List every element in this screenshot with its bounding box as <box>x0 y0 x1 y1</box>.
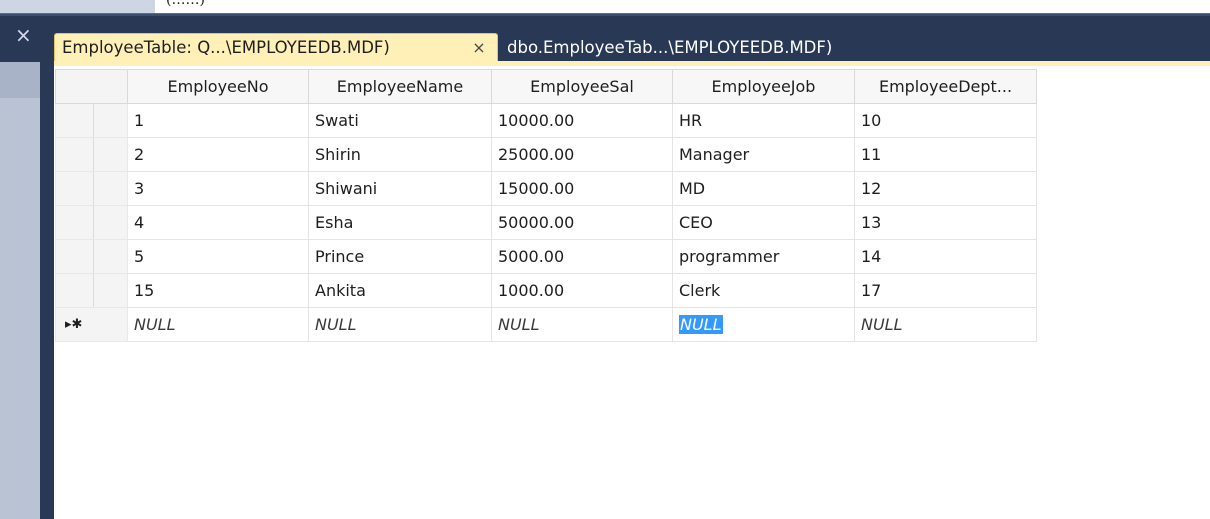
cell-employee-name[interactable]: Shirin <box>308 137 492 172</box>
cell-employee-job[interactable]: CEO <box>672 205 855 240</box>
row-header[interactable] <box>55 137 128 172</box>
table-row[interactable]: 2 Shirin 25000.00 Manager 11 <box>55 137 1037 172</box>
column-header-employee-no[interactable]: EmployeeNo <box>127 69 309 104</box>
cell-employee-dept[interactable]: 14 <box>854 239 1037 274</box>
tab-label: dbo.EmployeeTab...\EMPLOYEEDB.MDF) <box>507 38 833 57</box>
table-row[interactable]: 5 Prince 5000.00 programmer 14 <box>55 239 1037 274</box>
column-header-employee-name[interactable]: EmployeeName <box>308 69 492 104</box>
cell-employee-name[interactable]: Shiwani <box>308 171 492 206</box>
cell-employee-sal[interactable]: 50000.00 <box>491 205 673 240</box>
cell-employee-name[interactable]: NULL <box>308 307 492 342</box>
row-header[interactable] <box>55 171 128 206</box>
left-tool-window-strip <box>0 62 54 519</box>
cell-employee-job[interactable]: Clerk <box>672 273 855 308</box>
cell-employee-no[interactable]: NULL <box>127 307 309 342</box>
column-header-employee-job[interactable]: EmployeeJob <box>672 69 855 104</box>
tab-label: EmployeeTable: Q...\EMPLOYEEDB.MDF) <box>62 38 390 57</box>
window-title-cropped: (……) <box>166 0 205 8</box>
cell-employee-sal[interactable]: NULL <box>491 307 673 342</box>
row-header[interactable] <box>55 205 128 240</box>
cell-employee-sal[interactable]: 25000.00 <box>491 137 673 172</box>
cell-employee-sal[interactable]: 5000.00 <box>491 239 673 274</box>
cell-employee-no[interactable]: 3 <box>127 171 309 206</box>
cell-employee-name[interactable]: Ankita <box>308 273 492 308</box>
cell-employee-job[interactable]: MD <box>672 171 855 206</box>
cropped-toolbar-area <box>0 0 155 14</box>
cell-employee-no[interactable]: 15 <box>127 273 309 308</box>
close-icon[interactable]: × <box>15 25 37 45</box>
cell-employee-name[interactable]: Prince <box>308 239 492 274</box>
cell-employee-dept[interactable]: NULL <box>854 307 1037 342</box>
table-row[interactable]: 4 Esha 50000.00 CEO 13 <box>55 205 1037 240</box>
cell-employee-no[interactable]: 2 <box>127 137 309 172</box>
table-row[interactable]: 3 Shiwani 15000.00 MD 12 <box>55 171 1037 206</box>
cell-employee-dept[interactable]: 12 <box>854 171 1037 206</box>
cell-employee-dept[interactable]: 10 <box>854 103 1037 138</box>
results-grid: EmployeeNo EmployeeName EmployeeSal Empl… <box>55 69 1037 342</box>
cell-employee-job[interactable]: Manager <box>672 137 855 172</box>
column-header-employee-sal[interactable]: EmployeeSal <box>491 69 673 104</box>
row-header[interactable] <box>55 273 128 308</box>
tab-close-icon[interactable]: × <box>469 34 489 62</box>
results-pane: EmployeeNo EmployeeName EmployeeSal Empl… <box>54 66 1210 519</box>
cell-employee-job[interactable]: HR <box>672 103 855 138</box>
cell-employee-dept[interactable]: 11 <box>854 137 1037 172</box>
left-frame-edge <box>40 62 54 519</box>
cell-employee-sal[interactable]: 1000.00 <box>491 273 673 308</box>
window-title-strip: (……) <box>0 0 1210 15</box>
cell-employee-no[interactable]: 5 <box>127 239 309 274</box>
row-header[interactable] <box>55 103 128 138</box>
cell-employee-no[interactable]: 1 <box>127 103 309 138</box>
cell-employee-no[interactable]: 4 <box>127 205 309 240</box>
row-header[interactable] <box>55 239 128 274</box>
tab-employee-table-design[interactable]: dbo.EmployeeTab...\EMPLOYEEDB.MDF) <box>507 34 927 62</box>
tab-bar-accent <box>0 14 1210 16</box>
grid-header-row: EmployeeNo EmployeeName EmployeeSal Empl… <box>55 69 1037 104</box>
new-row-marker-icon[interactable]: ▸✱ <box>55 307 128 342</box>
tab-employee-table-query[interactable]: EmployeeTable: Q...\EMPLOYEEDB.MDF) × <box>54 33 498 63</box>
selected-cell-text[interactable]: NULL <box>679 315 723 334</box>
left-tool-window-body <box>0 98 40 519</box>
cell-employee-job[interactable]: programmer <box>672 239 855 274</box>
cell-employee-dept[interactable]: 17 <box>854 273 1037 308</box>
cell-employee-name[interactable]: Swati <box>308 103 492 138</box>
cell-employee-job[interactable]: NULL <box>672 307 855 342</box>
cell-employee-dept[interactable]: 13 <box>854 205 1037 240</box>
new-row[interactable]: ▸✱ NULL NULL NULL NULL NULL <box>55 307 1037 342</box>
cell-employee-name[interactable]: Esha <box>308 205 492 240</box>
table-row[interactable]: 1 Swati 10000.00 HR 10 <box>55 103 1037 138</box>
cell-employee-sal[interactable]: 15000.00 <box>491 171 673 206</box>
table-row[interactable]: 15 Ankita 1000.00 Clerk 17 <box>55 273 1037 308</box>
cell-employee-sal[interactable]: 10000.00 <box>491 103 673 138</box>
column-header-employee-dept[interactable]: EmployeeDept... <box>854 69 1037 104</box>
grid-corner-cell[interactable] <box>55 69 128 104</box>
